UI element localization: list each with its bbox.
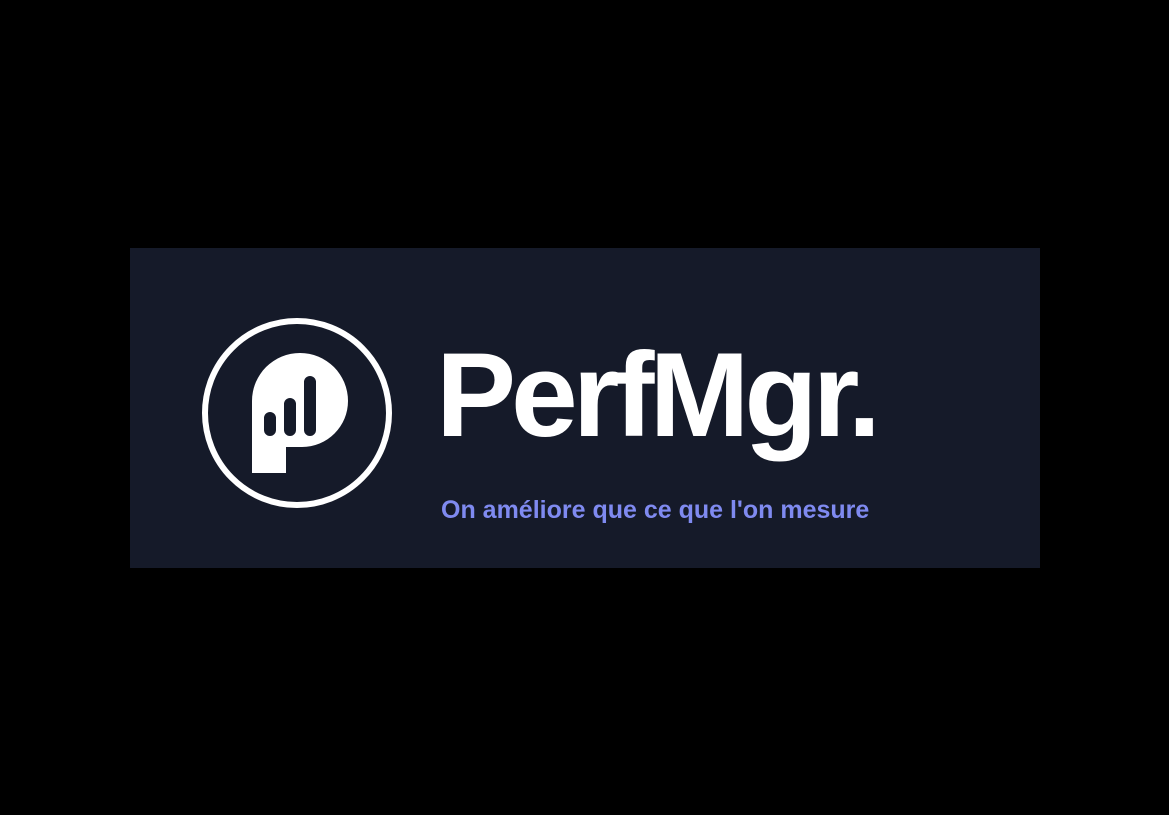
page: PerfMgr. On améliore que ce que l'on mes… — [0, 0, 1169, 815]
brand-wordmark: PerfMgr. — [436, 328, 881, 462]
p-bar-chart-icon — [202, 318, 392, 508]
logo-p-shape — [252, 353, 348, 473]
brand-tagline: On améliore que ce que l'on mesure — [441, 496, 870, 524]
brand-banner: PerfMgr. On améliore que ce que l'on mes… — [130, 248, 1040, 568]
